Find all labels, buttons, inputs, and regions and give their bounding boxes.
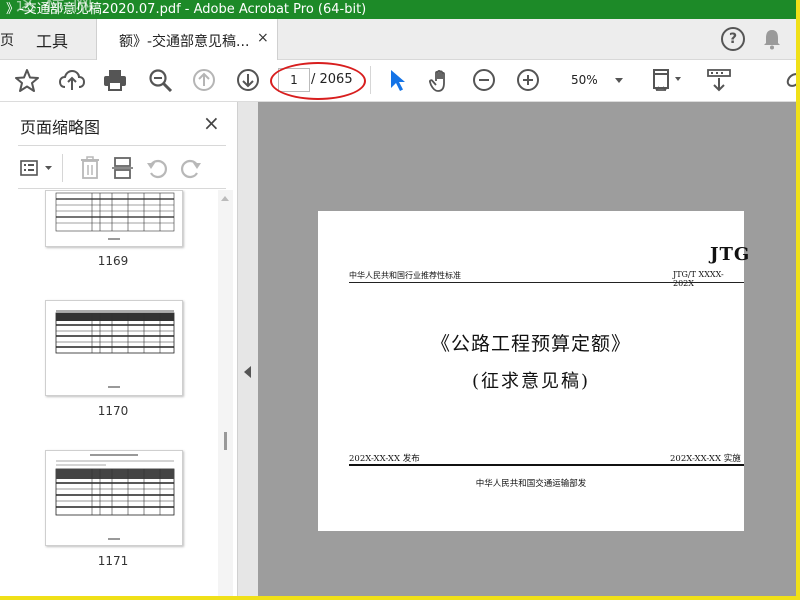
rotate-ccw-icon[interactable]	[146, 157, 168, 179]
zoom-value: 50%	[571, 73, 598, 87]
divider	[18, 145, 226, 146]
zoom-dropdown[interactable]: 50%	[557, 70, 629, 90]
acrobat-window: 》-交通部意见稿2020.07.pdf - Adobe Acrobat Pro …	[0, 0, 796, 596]
red-annotation-ellipse	[270, 62, 366, 100]
document-canvas: JTG 中华人民共和国行业推荐性标准 JTG/T XXXX-202X 《公路工程…	[258, 102, 796, 596]
page-thumbnail[interactable]	[45, 450, 183, 546]
select-arrow-icon[interactable]	[388, 68, 406, 92]
issue-date-text: 202X-XX-XX 发布	[349, 454, 420, 464]
document-tab-label: 额》-交通部意见稿...	[119, 34, 250, 50]
panel-title: 页面缩略图	[20, 118, 101, 137]
zoom-in-icon[interactable]	[516, 68, 540, 92]
main-toolbar: 1 / 2065 50%	[0, 60, 796, 102]
divider	[18, 188, 226, 189]
collapse-left-icon[interactable]	[244, 366, 251, 378]
effective-date-text: 202X-XX-XX 实施	[670, 454, 741, 464]
home-tab[interactable]: 页	[0, 30, 14, 50]
thumbnail-page-number: 1169	[97, 254, 129, 268]
page-thumbnail[interactable]	[45, 190, 183, 247]
footer-rule	[349, 464, 744, 466]
delete-page-icon[interactable]	[80, 156, 100, 180]
page-thumbnails-panel: 页面缩略图 × 1169 1170 1171	[0, 102, 238, 596]
print-icon[interactable]	[102, 68, 128, 92]
thumbnail-page-number: 1171	[97, 554, 129, 568]
toolbar-divider	[370, 66, 371, 94]
panel-close-button[interactable]: ×	[203, 111, 220, 135]
document-subtitle: (征求意见稿)	[471, 371, 591, 392]
thumbnail-page-number: 1170	[97, 404, 129, 418]
scroll-up-icon[interactable]	[221, 196, 229, 201]
scrollbar-thumb[interactable]	[224, 432, 227, 450]
thumbnail-list: 1169 1170 1171	[0, 190, 218, 596]
standard-type-text: 中华人民共和国行业推荐性标准	[349, 271, 461, 280]
link-icon[interactable]	[784, 68, 796, 92]
header-rule	[349, 282, 744, 283]
scroll-mode-icon[interactable]	[706, 68, 732, 94]
document-page: JTG 中华人民共和国行业推荐性标准 JTG/T XXXX-202X 《公路工程…	[318, 211, 749, 531]
publisher-text: 中华人民共和国交通运输部发	[475, 479, 587, 489]
help-icon[interactable]: ?	[721, 27, 745, 51]
chevron-down-icon	[615, 78, 623, 83]
page-down-icon[interactable]	[236, 68, 260, 92]
page-up-icon[interactable]	[192, 68, 216, 92]
options-menu-icon[interactable]	[20, 160, 56, 176]
upload-cloud-icon[interactable]	[58, 68, 86, 92]
star-icon[interactable]	[14, 68, 40, 92]
page-thumbnail[interactable]	[45, 300, 183, 396]
panel-toolbar	[0, 152, 236, 184]
insert-page-icon[interactable]	[112, 156, 134, 180]
bell-icon[interactable]	[762, 28, 782, 50]
menu-bar: 页 工具 额》-交通部意见稿... × ?	[0, 19, 796, 60]
watermark-text: 这 标 网	[16, 0, 94, 15]
divider	[62, 154, 63, 182]
document-tab[interactable]: 额》-交通部意见稿... ×	[96, 19, 278, 60]
title-bar: 》-交通部意见稿2020.07.pdf - Adobe Acrobat Pro …	[0, 0, 796, 19]
jtg-mark: JTG	[710, 244, 751, 265]
document-tab-close-button[interactable]: ×	[257, 30, 269, 46]
fit-page-icon[interactable]	[650, 68, 682, 94]
panel-collapse-strip[interactable]	[238, 102, 258, 596]
tools-tab[interactable]: 工具	[36, 28, 68, 52]
zoom-search-icon[interactable]	[148, 68, 174, 92]
document-title: 《公路工程预算定额》	[430, 333, 631, 355]
thumbnail-scrollbar[interactable]	[218, 190, 233, 596]
standard-number-text: JTG/T XXXX-202X	[673, 270, 724, 288]
rotate-cw-icon[interactable]	[180, 157, 202, 179]
hand-icon[interactable]	[428, 68, 454, 94]
zoom-out-icon[interactable]	[472, 68, 496, 92]
